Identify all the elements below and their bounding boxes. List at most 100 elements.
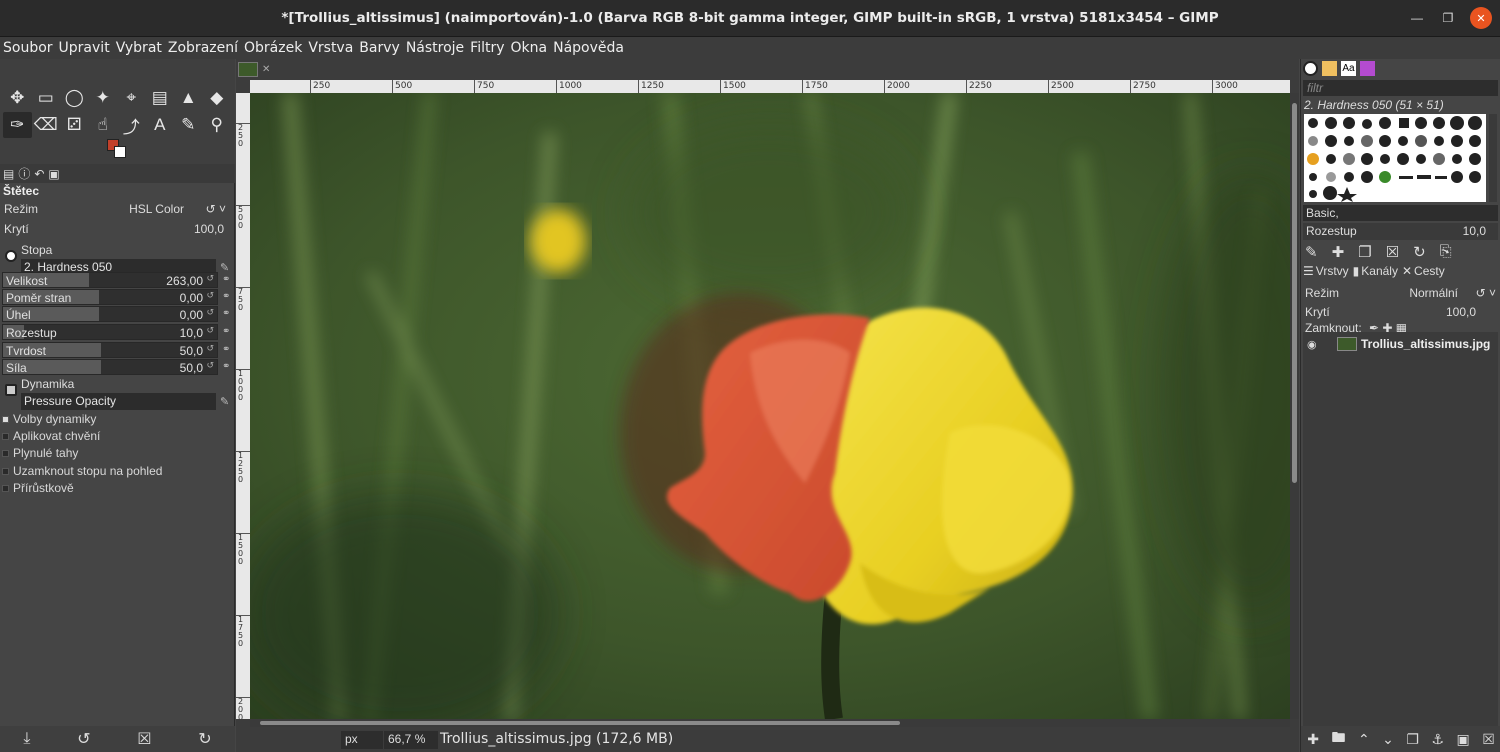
layer-name[interactable]: Trollius_altissimus.jpg	[1361, 337, 1490, 351]
aspect-ratio-value[interactable]: 0,00	[180, 291, 203, 305]
flower-photo[interactable]	[250, 93, 1290, 719]
size-value[interactable]: 263,00	[166, 274, 203, 288]
dynamics-name-field[interactable]: Pressure Opacity	[21, 393, 216, 410]
check-lock-brush-to-view[interactable]: Uzamknout stopu na pohled	[2, 464, 162, 478]
brush-spacing-value[interactable]: 10,0	[1463, 224, 1486, 238]
layer-thumbnail[interactable]	[1337, 337, 1357, 351]
eraser-tool-icon[interactable]: ⌫	[32, 112, 61, 138]
size-reset-icon[interactable]: ↺	[206, 273, 214, 284]
maximize-button[interactable]: ❐	[1437, 7, 1459, 29]
force-slider[interactable]: Síla 50,0 ↺	[2, 359, 218, 375]
zoom-tool-icon[interactable]: ⚲	[203, 112, 232, 138]
mode-toggle-icon[interactable]: ↺ ˅	[206, 202, 226, 216]
fuzzy-select-tool-icon[interactable]: ✦	[89, 85, 118, 111]
dynamics-options-expander[interactable]	[2, 415, 9, 423]
angle-value[interactable]: 0,00	[180, 308, 203, 322]
delete-brush-icon[interactable]: ☒	[1386, 243, 1399, 261]
brush-edit-icon[interactable]: ✎	[220, 261, 229, 274]
layer-row[interactable]: ◉ Trollius_altissimus.jpg	[1303, 334, 1498, 354]
brush-thumbnails[interactable]	[1304, 114, 1486, 202]
opacity-row[interactable]: Krytí 100,0	[0, 220, 232, 238]
layer-visibility-icon[interactable]: ◉	[1307, 338, 1337, 351]
layer-opacity-row[interactable]: Krytí 100,0	[1303, 304, 1498, 321]
vertical-ruler[interactable]: 2 5 0 5 0 0 7 5 0 1 0 0 0 1 2 5 0 1 5 0 …	[236, 93, 250, 719]
menu-layer[interactable]: Vrstva	[308, 40, 353, 56]
check-incremental[interactable]: Přírůstkově	[2, 481, 74, 495]
layer-opacity-value[interactable]: 100,0	[1446, 305, 1476, 319]
layer-mode-select[interactable]: Normální	[1409, 286, 1458, 300]
duplicate-brush-icon[interactable]: ❐	[1358, 243, 1371, 261]
tool-options-tab-icon[interactable]: ▤	[3, 167, 14, 181]
size-link-icon[interactable]: ⚭	[222, 274, 230, 285]
menu-windows[interactable]: Okna	[511, 40, 548, 56]
bucket-fill-tool-icon[interactable]: ◆	[203, 85, 232, 111]
vertical-scrollbar[interactable]	[1290, 93, 1299, 719]
smooth-stroke-checkbox[interactable]	[2, 449, 9, 457]
incremental-checkbox[interactable]	[2, 484, 9, 492]
dynamics-preview-icon[interactable]	[5, 384, 17, 396]
spacing-reset-icon[interactable]: ↺	[206, 325, 214, 336]
vertical-scroll-thumb[interactable]	[1292, 103, 1297, 483]
force-value[interactable]: 50,0	[180, 361, 203, 375]
brush-preview-icon[interactable]	[5, 250, 17, 262]
size-slider[interactable]: Velikost 263,00 ↺	[2, 272, 218, 288]
angle-reset-icon[interactable]: ↺	[206, 307, 214, 318]
undo-history-tab-icon[interactable]: ↶	[34, 167, 44, 181]
angle-slider[interactable]: Úhel 0,00 ↺	[2, 306, 218, 322]
delete-layer-icon[interactable]: ☒	[1482, 731, 1495, 748]
mode-row[interactable]: Režim HSL Color ↺ ˅	[0, 200, 232, 218]
menu-file[interactable]: Soubor	[3, 40, 53, 56]
images-tab-icon[interactable]: ▣	[48, 167, 59, 181]
image-tab[interactable]: ✕	[238, 60, 274, 79]
zoom-select[interactable]: 66,7 %	[384, 731, 438, 749]
brush-grid[interactable]	[1304, 114, 1486, 202]
apply-jitter-checkbox[interactable]	[2, 432, 9, 440]
fg-bg-colors[interactable]	[107, 139, 129, 161]
anchor-layer-icon[interactable]: ⚓	[1431, 731, 1444, 748]
brush-preset-field[interactable]: Basic,	[1303, 205, 1498, 221]
duplicate-layer-icon[interactable]: ❐	[1406, 731, 1419, 748]
unit-select[interactable]: px	[341, 731, 383, 749]
clone-tool-icon[interactable]: ⚂	[60, 112, 89, 138]
layer-list[interactable]: ◉ Trollius_altissimus.jpg	[1303, 332, 1498, 726]
new-layer-icon[interactable]: ✚	[1307, 731, 1319, 748]
refresh-brushes-icon[interactable]: ↻	[1413, 243, 1426, 261]
brush-grid-scrollbar[interactable]	[1489, 114, 1497, 202]
new-brush-icon[interactable]: ✚	[1332, 243, 1345, 261]
brush-spacing-row[interactable]: Rozestup 10,0	[1303, 223, 1498, 240]
transform-tool-icon[interactable]: ▤	[146, 85, 175, 111]
hardness-value[interactable]: 50,0	[180, 344, 203, 358]
dynamics-selector[interactable]: Dynamika Pressure Opacity ✎	[2, 377, 232, 413]
force-reset-icon[interactable]: ↺	[206, 360, 214, 371]
mode-select[interactable]: HSL Color	[129, 202, 184, 216]
menu-colors[interactable]: Barvy	[359, 40, 400, 56]
mask-layer-icon[interactable]: ▣	[1456, 731, 1469, 748]
angle-link-icon[interactable]: ⚭	[222, 308, 230, 319]
minimize-button[interactable]: —	[1406, 7, 1428, 29]
edit-brush-icon[interactable]: ✎	[1305, 243, 1318, 261]
aspect-ratio-link-icon[interactable]: ⚭	[222, 291, 230, 302]
menu-view[interactable]: Zobrazení	[168, 40, 238, 56]
color-picker-tool-icon[interactable]: ✎	[174, 112, 203, 138]
hardness-reset-icon[interactable]: ↺	[206, 343, 214, 354]
check-dynamics-options[interactable]: Volby dynamiky	[2, 412, 96, 426]
warp-tool-icon[interactable]: ▲	[174, 85, 203, 111]
hardness-slider[interactable]: Tvrdost 50,0 ↺	[2, 342, 218, 358]
paintbrush-tool-icon[interactable]: ✑	[3, 112, 32, 138]
tab-layers[interactable]: ☰ Vrstvy	[1303, 264, 1349, 278]
layer-mode-toggle-icon[interactable]: ↺ ˅	[1476, 286, 1496, 300]
horizontal-scrollbar[interactable]	[250, 719, 1290, 727]
background-color[interactable]	[114, 146, 126, 158]
restore-options-icon[interactable]: ↺	[77, 729, 90, 749]
delete-options-icon[interactable]: ☒	[137, 729, 151, 749]
image-canvas[interactable]	[250, 93, 1290, 719]
spacing-link-icon[interactable]: ⚭	[222, 326, 230, 337]
reset-options-icon[interactable]: ↻	[198, 729, 211, 749]
brush-filter-input[interactable]: filtr	[1303, 80, 1498, 96]
spacing-value[interactable]: 10,0	[180, 326, 203, 340]
rect-select-tool-icon[interactable]: ▭	[32, 85, 61, 111]
smudge-tool-icon[interactable]: ☝	[89, 112, 118, 138]
menu-edit[interactable]: Upravit	[59, 40, 110, 56]
tab-channels[interactable]: ▮ Kanály	[1353, 264, 1398, 278]
menu-help[interactable]: Nápověda	[553, 40, 624, 56]
